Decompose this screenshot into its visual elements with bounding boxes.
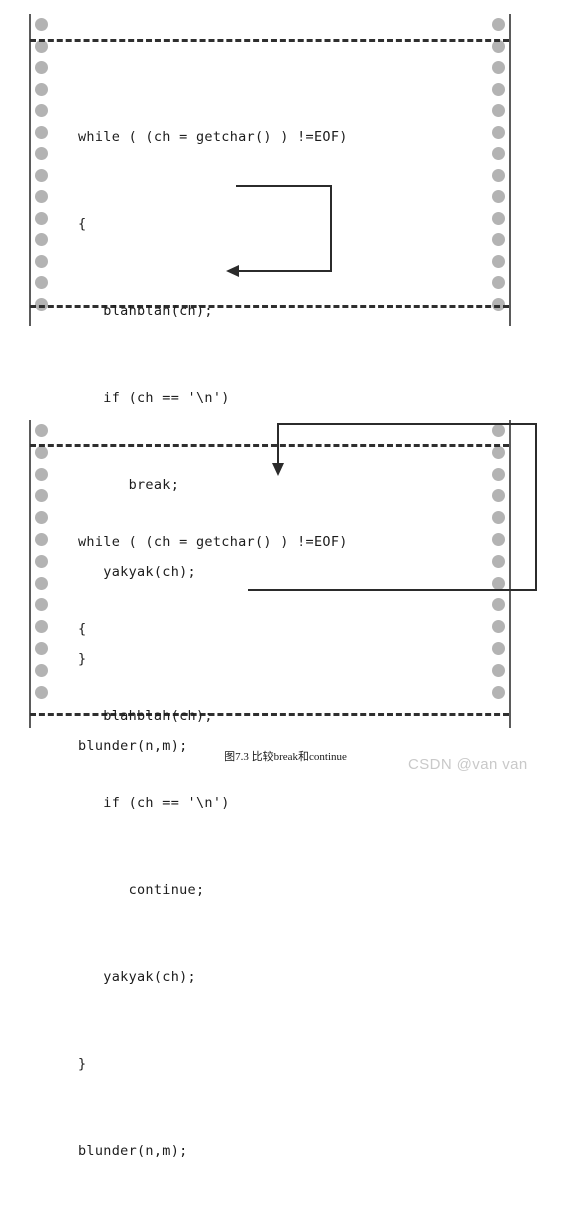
punch-dot [492,233,505,246]
punch-dot [492,467,505,481]
punch-dot [492,511,505,525]
code-line: continue; [78,882,205,898]
punch-dot [492,576,505,590]
code-line: while ( (ch = getchar() ) !=EOF) [78,129,348,145]
punch-dot [492,598,505,612]
punch-dot [35,61,48,74]
punch-dot [492,125,505,139]
punch-dot [35,511,48,525]
punch-dot [35,663,48,677]
code-listing-continue-lines: while ( (ch = getchar() ) !=EOF) { blahb… [78,470,348,1224]
break-arrow-segment-right [330,185,332,272]
punch-dot [492,104,505,117]
punch-dot [35,82,48,96]
punch-dot [492,533,505,546]
continue-arrow-segment-left [277,423,279,467]
punch-dot [35,685,48,699]
punch-dot [492,685,505,699]
punch-dot [492,254,505,268]
punch-dot [492,147,505,160]
loop-boundary-top [30,39,509,42]
punch-dot [35,533,48,546]
code-line: while ( (ch = getchar() ) !=EOF) [78,534,348,550]
figure-page: while ( (ch = getchar() ) !=EOF) { blahb… [0,0,571,1159]
punch-dot [35,489,48,503]
punch-dot [492,82,505,96]
punch-dot [35,254,48,268]
break-arrowhead-icon [226,265,239,277]
break-arrow-segment-bottom [238,270,332,272]
punch-dot [492,642,505,655]
loop-boundary-top [30,444,509,447]
frame-rail-right [509,14,511,326]
break-statement-diagram: while ( (ch = getchar() ) !=EOF) { blahb… [0,0,571,754]
punch-dot [492,211,505,225]
code-line: } [78,1056,87,1072]
punch-dot [492,18,505,31]
punch-dot [35,147,48,160]
punch-dot [35,18,48,31]
code-line: blunder(n,m); [78,1143,188,1159]
continue-arrowhead-icon [272,463,284,476]
punch-dot [492,297,505,311]
punch-dot [35,125,48,139]
punch-dot [35,211,48,225]
punch-dot [492,276,505,289]
punch-dot [492,489,505,503]
punch-dot [35,190,48,203]
punch-dot [35,620,48,634]
punch-dot [35,424,48,437]
continue-arrow-segment-top [277,423,537,425]
code-line: { [78,216,87,232]
punch-dot [35,576,48,590]
punch-dot [492,663,505,677]
punch-dot [492,445,505,459]
continue-arrow-segment-right [535,423,537,591]
punch-dot [35,554,48,568]
punch-dot [492,424,505,437]
punch-dot [492,168,505,182]
punch-dot [35,445,48,459]
punch-dot [35,233,48,246]
continue-arrow-segment-bottom [248,589,537,591]
punch-dot [35,467,48,481]
punch-dot [35,104,48,117]
frame-rail-left [29,14,31,326]
csdn-watermark: CSDN @van van [408,756,528,773]
code-line: yakyak(ch); [78,969,196,985]
punch-dot [35,297,48,311]
frame-rail-right [509,420,511,728]
code-line: if (ch == '\n') [78,795,230,811]
frame-rail-left [29,420,31,728]
punch-dot [35,168,48,182]
punch-dot [35,276,48,289]
punch-dot [35,642,48,655]
punch-dot [492,554,505,568]
punch-dot [492,61,505,74]
punch-dot [35,598,48,612]
punch-dot [492,190,505,203]
punch-dot [492,620,505,634]
code-line: { [78,621,87,637]
break-arrow-segment-top [236,185,332,187]
continue-statement-diagram: while ( (ch = getchar() ) !=EOF) { blahb… [0,405,571,1159]
code-line: blahblah(ch); [78,303,213,319]
code-line: blahblah(ch); [78,708,213,724]
